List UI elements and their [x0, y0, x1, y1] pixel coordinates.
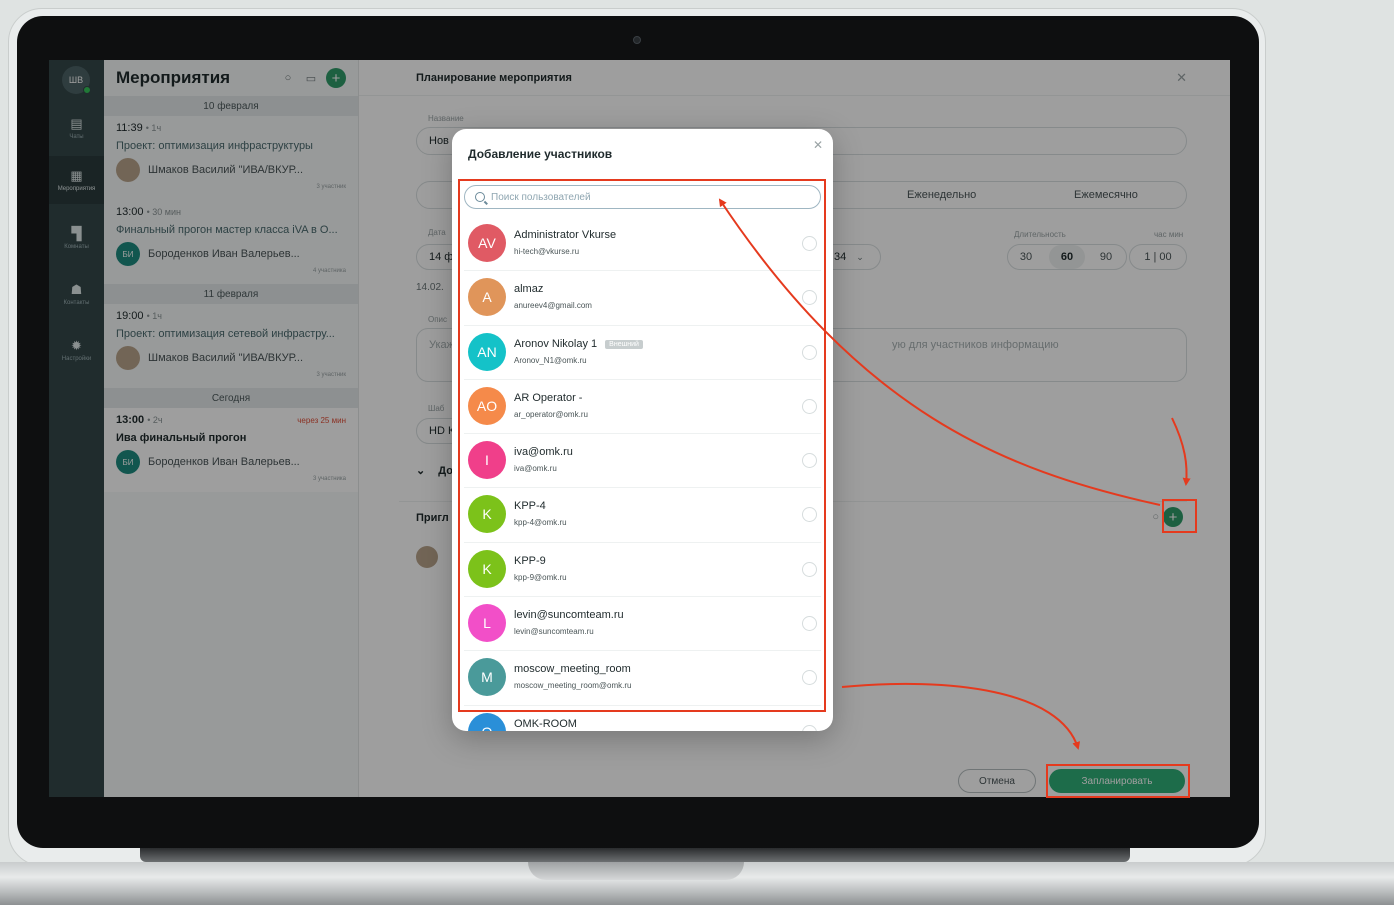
avatar: O [468, 712, 506, 731]
highlight-user-list [458, 179, 826, 712]
user-name: OMK-ROOM [514, 717, 577, 730]
close-icon[interactable]: ✕ [813, 138, 823, 152]
camera-icon [633, 36, 641, 44]
highlight-schedule-button [1046, 764, 1190, 798]
laptop-notch [528, 862, 744, 880]
highlight-add-button [1162, 499, 1197, 533]
dialog-title: Добавление участников [468, 147, 613, 161]
laptop-hinge [140, 848, 1130, 862]
select-radio[interactable] [802, 724, 817, 731]
